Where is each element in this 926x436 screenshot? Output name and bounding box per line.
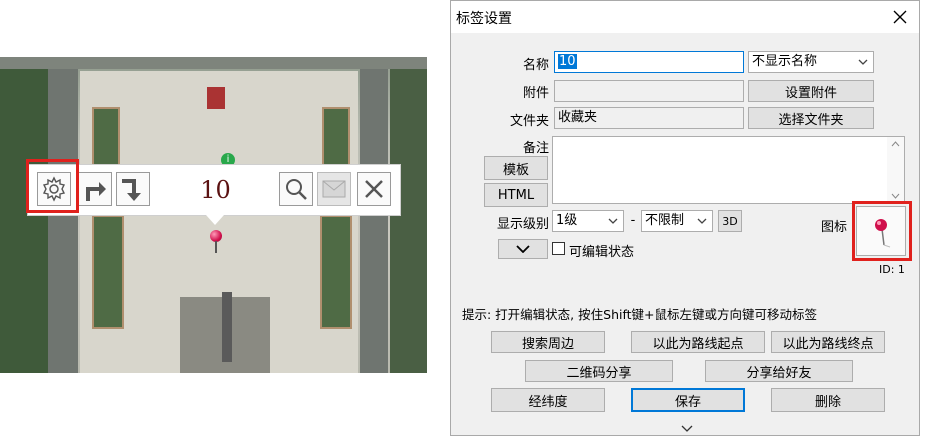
remark-label: 备注 [522, 141, 549, 156]
chevron-down-icon [697, 218, 707, 224]
level-max-select[interactable]: 不限制 [641, 210, 713, 232]
map-flag-area [207, 87, 225, 109]
dialog-titlebar: 标签设置 [451, 1, 919, 33]
popup-message-button[interactable] [317, 172, 351, 206]
route-start-button[interactable]: 以此为路线起点 [631, 331, 765, 353]
dialog-close-button[interactable] [887, 4, 913, 30]
map-lawn [92, 107, 120, 171]
level-range-dash: - [630, 213, 636, 228]
map-lawn [320, 215, 352, 329]
map-monument [222, 292, 232, 362]
search-nearby-button[interactable]: 搜索周边 [491, 331, 605, 353]
name-display-select[interactable]: 不显示名称 [748, 51, 874, 73]
popup-pointer [206, 215, 224, 225]
level-min-select[interactable]: 1级 [552, 210, 624, 232]
editable-checkbox[interactable] [552, 242, 565, 255]
envelope-icon [322, 180, 346, 198]
editable-label: 可编辑状态 [569, 245, 635, 260]
folder-label: 文件夹 [509, 114, 549, 129]
name-display-select-value: 不显示名称 [752, 54, 818, 69]
scroll-down-icon [891, 193, 900, 199]
display-level-label: 显示级别 [496, 217, 549, 232]
popup-label-number: 10 [200, 176, 231, 204]
attachment-label: 附件 [522, 86, 549, 101]
highlight-settings-box [26, 159, 79, 213]
popup-turn-down-button[interactable] [116, 172, 150, 206]
name-label: 名称 [522, 58, 549, 73]
template-button[interactable]: 模板 [484, 156, 548, 180]
map-trees [390, 69, 427, 373]
dialog-title: 标签设置 [456, 11, 512, 27]
close-icon [365, 180, 383, 198]
turn-down-arrow-icon [122, 179, 141, 201]
map-lawn [322, 107, 350, 171]
chevron-down-icon [516, 245, 530, 253]
set-attachment-button[interactable]: 设置附件 [748, 80, 874, 102]
chevron-down-icon [858, 59, 868, 65]
delete-button[interactable]: 删除 [771, 388, 885, 412]
popup-close-button[interactable] [357, 172, 391, 206]
label-settings-dialog: 标签设置 名称 10 不显示名称 附件 设置附件 文件夹 收藏夹 选择文件夹 备… [450, 0, 920, 436]
turn-right-arrow-icon [86, 182, 106, 201]
map-lawn [92, 215, 124, 329]
name-input-value: 10 [558, 54, 577, 69]
save-button[interactable]: 保存 [631, 388, 745, 412]
close-icon [893, 10, 907, 24]
name-input[interactable]: 10 [554, 51, 744, 73]
remark-scrollbar[interactable] [887, 137, 904, 203]
attachment-input[interactable] [554, 80, 744, 102]
3d-button[interactable]: 3D [718, 210, 742, 232]
map-road [0, 57, 427, 69]
label-popup: 10 [27, 164, 401, 225]
scroll-up-icon [891, 141, 900, 147]
remark-textarea[interactable] [552, 136, 905, 204]
icon-id-label: ID: 1 [879, 263, 905, 276]
map-view[interactable]: i 10 [0, 57, 427, 373]
popup-turn-right-button[interactable] [78, 172, 112, 206]
share-friend-button[interactable]: 分享给好友 [705, 360, 853, 382]
route-end-button[interactable]: 以此为路线终点 [771, 331, 885, 353]
map-pin-stem [215, 241, 217, 253]
highlight-icon-box [852, 201, 912, 261]
html-button[interactable]: HTML [484, 183, 548, 207]
icon-label: 图标 [820, 220, 847, 235]
hint-text: 提示: 打开编辑状态, 按住Shift键+鼠标左键或方向键可移动标签 [462, 307, 818, 322]
coordinates-button[interactable]: 经纬度 [491, 388, 605, 412]
level-min-select-value: 1级 [556, 213, 578, 228]
level-max-select-value: 不限制 [645, 213, 685, 228]
chevron-down-icon [608, 218, 618, 224]
choose-folder-button[interactable]: 选择文件夹 [748, 107, 874, 129]
map-trees [0, 69, 48, 373]
expand-dropdown-button[interactable] [498, 239, 548, 259]
popup-search-button[interactable] [279, 172, 313, 206]
more-arrow-icon[interactable] [681, 425, 693, 433]
magnifier-icon [286, 179, 307, 200]
qr-share-button[interactable]: 二维码分享 [525, 360, 673, 382]
folder-input[interactable]: 收藏夹 [554, 107, 744, 129]
